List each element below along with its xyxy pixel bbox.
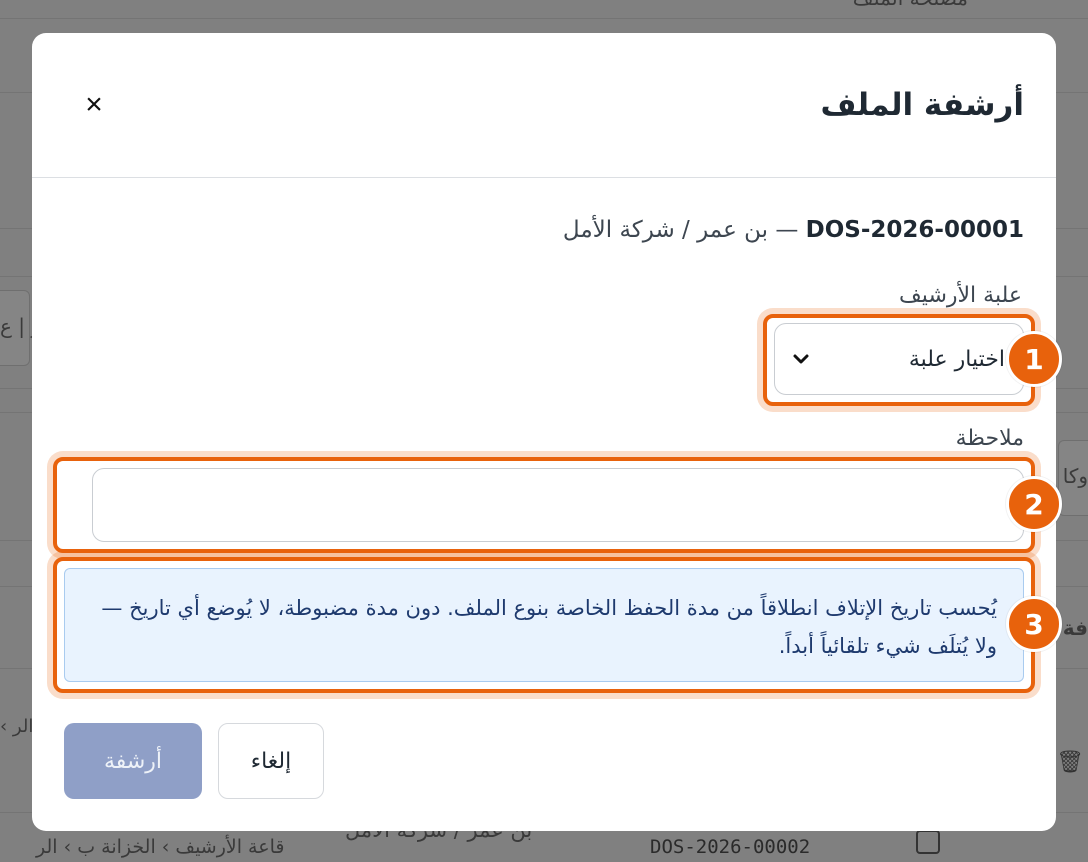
note-label: ملاحظة: [955, 426, 1024, 451]
file-reference: DOS-2026-00001: [805, 217, 1024, 243]
dialog-actions: أرشفة إلغاء: [64, 723, 324, 799]
archive-dialog: أرشفة الملف × DOS-2026-00001 — بن عمر / …: [32, 33, 1056, 831]
bg-row-checkbox: [916, 830, 940, 854]
bg-fragment: مصلحة الملف: [853, 0, 968, 10]
archive-box-selected-value: اختيار علبة: [908, 346, 1005, 372]
archive-box-select[interactable]: اختيار علبة: [774, 323, 1024, 395]
annotation-badge-3: 3: [1006, 596, 1062, 652]
close-button[interactable]: ×: [76, 87, 112, 123]
bg-trash-icon: 🗑: [1056, 750, 1084, 775]
archive-box-label: علبة الأرشيف: [899, 283, 1022, 308]
bg-fragment: الر ›: [0, 716, 34, 737]
bg-row-location: قاعة الأرشيف › الخزانة ب › الر: [36, 836, 285, 858]
note-input[interactable]: [92, 468, 1024, 542]
dialog-title: أرشفة الملف: [820, 87, 1024, 123]
bg-fragment: وكا: [1062, 464, 1088, 488]
annotation-badge-1: 1: [1006, 331, 1062, 387]
archive-button[interactable]: أرشفة: [64, 723, 202, 799]
bg-fragment: فة: [1062, 616, 1088, 640]
bg-row-ref: DOS-2026-00002: [650, 836, 811, 858]
close-icon: ×: [85, 88, 103, 121]
file-summary: DOS-2026-00001 — بن عمر / شركة الأمل: [563, 217, 1024, 243]
cancel-button[interactable]: إلغاء: [218, 723, 324, 799]
chevron-down-icon: [793, 354, 809, 364]
dialog-header: أرشفة الملف ×: [32, 33, 1056, 178]
annotation-badge-2: 2: [1006, 476, 1062, 532]
file-client: بن عمر / شركة الأمل: [562, 217, 769, 243]
retention-info-alert: يُحسب تاريخ الإتلاف انطلاقاً من مدة الحف…: [64, 568, 1024, 682]
file-separator: —: [768, 217, 806, 243]
